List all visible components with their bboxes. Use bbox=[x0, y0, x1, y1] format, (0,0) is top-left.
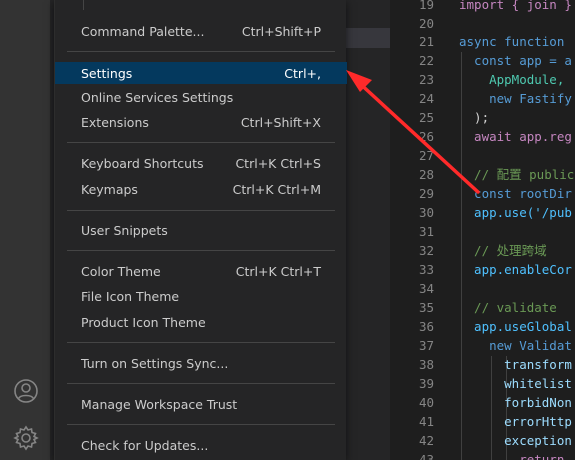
menu-item-settings[interactable]: Settings Ctrl+, bbox=[55, 62, 347, 84]
menu-separator bbox=[67, 142, 335, 143]
line-number: 30 bbox=[418, 205, 434, 220]
menu-separator bbox=[67, 51, 335, 52]
code-line: app.useGlobal bbox=[459, 319, 572, 334]
line-number: 39 bbox=[418, 376, 434, 391]
line-number: 40 bbox=[418, 395, 434, 410]
code-line: // 配置 public bbox=[459, 167, 575, 182]
line-number: 43 bbox=[418, 452, 434, 460]
code-line: exception bbox=[459, 433, 572, 448]
menu-item-file-icon-theme[interactable]: File Icon Theme bbox=[55, 285, 347, 307]
code-line: return bbox=[459, 452, 565, 460]
code-line: // validate bbox=[459, 300, 557, 315]
line-number: 37 bbox=[418, 338, 434, 353]
menu-item-manage-workspace-trust[interactable]: Manage Workspace Trust bbox=[55, 393, 347, 415]
menu-item-shortcut: Ctrl+K Ctrl+T bbox=[235, 263, 321, 279]
line-number: 27 bbox=[418, 148, 434, 163]
line-number: 24 bbox=[418, 91, 434, 106]
menu-item-keyboard-shortcuts[interactable]: Keyboard Shortcuts Ctrl+K Ctrl+S bbox=[55, 152, 347, 174]
line-number: 41 bbox=[418, 414, 434, 429]
line-number: 23 bbox=[418, 72, 434, 87]
code-line: await app.reg bbox=[459, 129, 572, 144]
menu-item-command-palette[interactable]: Command Palette... Ctrl+Shift+P bbox=[55, 20, 347, 42]
menu-item-product-icon-theme[interactable]: Product Icon Theme bbox=[55, 311, 347, 333]
activity-bar bbox=[0, 0, 50, 460]
menu-separator bbox=[67, 250, 335, 251]
code-line: // 处理跨域 bbox=[459, 243, 547, 258]
code-line: transform bbox=[459, 357, 572, 372]
line-number: 20 bbox=[418, 16, 434, 31]
line-number: 28 bbox=[418, 167, 434, 182]
code-line: const rootDir bbox=[459, 186, 572, 201]
code-line: async function bbox=[459, 34, 565, 49]
menu-item-check-for-updates[interactable]: Check for Updates... bbox=[55, 434, 347, 456]
menu-top-edge bbox=[83, 0, 84, 10]
menu-separator bbox=[67, 424, 335, 425]
code-line: new Validat bbox=[459, 338, 572, 353]
menu-item-label: Turn on Settings Sync... bbox=[81, 355, 229, 371]
menu-item-label: Command Palette... bbox=[81, 23, 205, 39]
gear-icon[interactable] bbox=[13, 425, 39, 451]
menu-item-label: Settings bbox=[81, 65, 133, 81]
menu-separator bbox=[67, 210, 335, 211]
code-line: AppModule, bbox=[459, 72, 565, 87]
manage-menu: Command Palette... Ctrl+Shift+P Settings… bbox=[54, 0, 347, 460]
line-number: 34 bbox=[418, 281, 434, 296]
menu-item-label: File Icon Theme bbox=[81, 288, 180, 304]
menu-item-label: Keymaps bbox=[81, 181, 138, 197]
menu-item-settings-sync[interactable]: Turn on Settings Sync... bbox=[55, 352, 347, 374]
line-number: 22 bbox=[418, 53, 434, 68]
menu-item-shortcut: Ctrl+Shift+X bbox=[240, 114, 321, 130]
line-number: 36 bbox=[418, 319, 434, 334]
code-line: ); bbox=[459, 110, 490, 125]
menu-separator bbox=[67, 342, 335, 343]
sidebar-selected-row bbox=[345, 28, 390, 48]
line-number: 31 bbox=[418, 224, 434, 239]
account-icon[interactable] bbox=[13, 378, 39, 404]
line-number: 33 bbox=[418, 262, 434, 277]
menu-item-shortcut: Ctrl+, bbox=[284, 65, 321, 81]
line-number: 21 bbox=[418, 34, 434, 49]
code-editor[interactable]: import { join } async function const app… bbox=[459, 0, 575, 460]
menu-item-label: Keyboard Shortcuts bbox=[81, 155, 204, 171]
menu-item-user-snippets[interactable]: User Snippets bbox=[55, 219, 347, 241]
line-number: 19 bbox=[418, 0, 434, 12]
menu-item-shortcut: Ctrl+K Ctrl+S bbox=[235, 155, 321, 171]
menu-item-label: Manage Workspace Trust bbox=[81, 396, 238, 412]
code-line: app.use('/pub bbox=[459, 205, 572, 220]
code-line: forbidNon bbox=[459, 395, 572, 410]
menu-item-shortcut: Ctrl+Shift+P bbox=[241, 23, 321, 39]
menu-item-keymaps[interactable]: Keymaps Ctrl+K Ctrl+M bbox=[55, 178, 347, 200]
code-line: new Fastify bbox=[459, 91, 572, 106]
line-number: 42 bbox=[418, 433, 434, 448]
menu-item-label: Product Icon Theme bbox=[81, 314, 206, 330]
line-number-gutter: 19 20 21 22 23 24 25 26 27 28 29 30 31 3… bbox=[390, 0, 450, 460]
menu-item-shortcut: Ctrl+K Ctrl+M bbox=[232, 181, 321, 197]
menu-separator bbox=[67, 383, 335, 384]
code-line: const app = a bbox=[459, 53, 572, 68]
code-line: errorHttp bbox=[459, 414, 572, 429]
line-number: 35 bbox=[418, 300, 434, 315]
menu-item-color-theme[interactable]: Color Theme Ctrl+K Ctrl+T bbox=[55, 260, 347, 282]
code-line: app.enableCor bbox=[459, 262, 572, 277]
menu-item-extensions[interactable]: Extensions Ctrl+Shift+X bbox=[55, 111, 347, 133]
menu-item-label: Extensions bbox=[81, 114, 149, 130]
menu-item-label: Color Theme bbox=[81, 263, 161, 279]
code-line: import { join } bbox=[459, 0, 572, 12]
menu-item-label: User Snippets bbox=[81, 222, 168, 238]
line-number: 29 bbox=[418, 186, 434, 201]
line-number: 38 bbox=[418, 357, 434, 372]
menu-item-online-services-settings[interactable]: Online Services Settings bbox=[55, 86, 347, 108]
menu-item-label: Online Services Settings bbox=[81, 89, 234, 105]
line-number: 25 bbox=[418, 110, 434, 125]
line-number: 26 bbox=[418, 129, 434, 144]
menu-item-label: Check for Updates... bbox=[81, 437, 209, 453]
code-line: whitelist bbox=[459, 376, 572, 391]
line-number: 32 bbox=[418, 243, 434, 258]
